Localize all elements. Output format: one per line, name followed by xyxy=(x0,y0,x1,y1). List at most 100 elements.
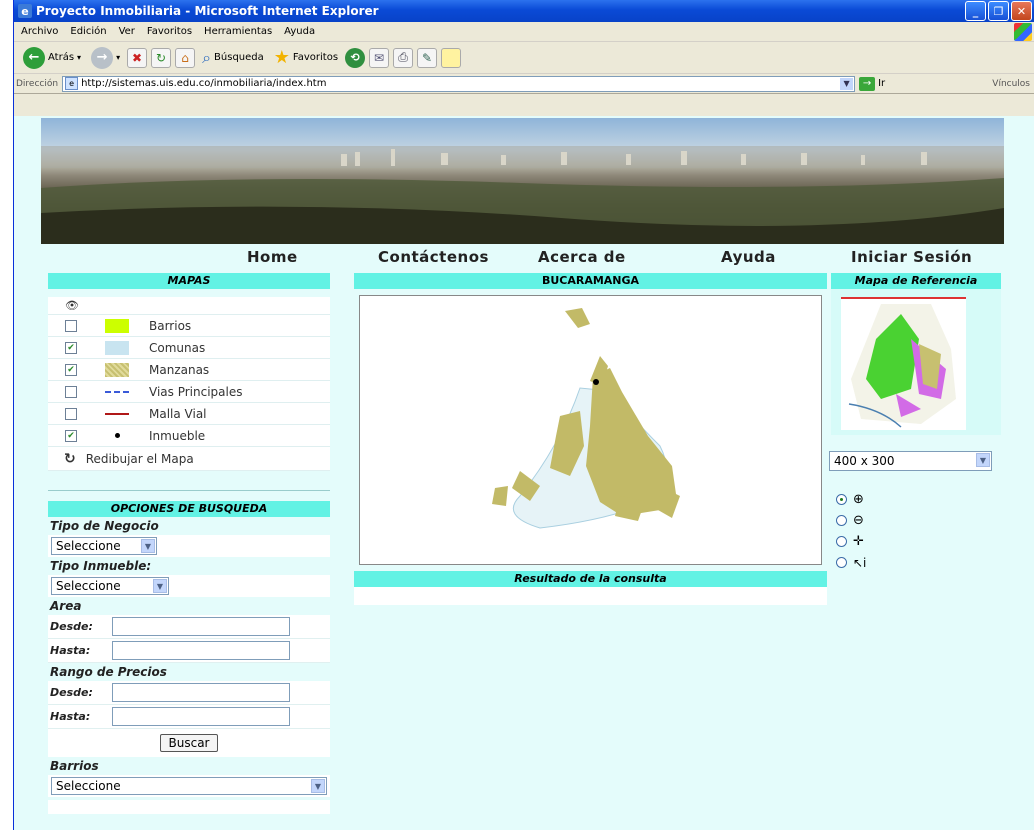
chevron-down-icon: ▼ xyxy=(311,779,325,793)
layer-vias-label: Vias Principales xyxy=(149,384,243,399)
address-bar: Dirección e http://sistemas.uis.edu.co/i… xyxy=(14,74,1034,94)
address-url: http://sistemas.uis.edu.co/inmobiliaria/… xyxy=(81,78,327,89)
stop-icon[interactable]: ✖ xyxy=(127,47,148,68)
close-button[interactable]: ✕ xyxy=(1011,1,1032,21)
ie-logo-icon: e xyxy=(18,4,32,18)
precio-desde-input[interactable] xyxy=(112,683,290,702)
area-desde-input[interactable] xyxy=(112,617,290,636)
layer-manzanas-label: Manzanas xyxy=(149,362,210,377)
tool-identify[interactable]: ↖i xyxy=(836,552,866,573)
layer-vias: Vias Principales xyxy=(48,381,330,403)
layer-comunas-label: Comunas xyxy=(149,340,206,355)
reference-map[interactable] xyxy=(841,297,966,430)
reference-map-image xyxy=(848,304,956,428)
home-icon[interactable]: ⌂ xyxy=(175,47,196,68)
redraw-label: Redibujar el Mapa xyxy=(85,451,194,466)
layer-manzanas-checkbox[interactable]: ✔ xyxy=(65,363,77,376)
layer-vias-checkbox[interactable] xyxy=(65,385,77,398)
forward-arrow-icon: → xyxy=(91,46,114,69)
area-desde-row: Desde: xyxy=(48,615,330,639)
note-icon[interactable] xyxy=(441,47,462,68)
layer-inmueble-checkbox[interactable]: ✔ xyxy=(65,429,77,442)
precio-desde-label: Desde: xyxy=(50,686,93,699)
area-hasta-input[interactable] xyxy=(112,641,290,660)
precio-hasta-input[interactable] xyxy=(112,707,290,726)
tool-pan[interactable]: ✛ xyxy=(836,531,866,552)
menu-favoritos[interactable]: Favoritos xyxy=(142,26,199,37)
tool-identify-radio[interactable] xyxy=(836,557,847,568)
layer-comunas: ✔ Comunas xyxy=(48,337,330,359)
results-area xyxy=(354,587,827,605)
layer-comunas-checkbox[interactable]: ✔ xyxy=(65,341,77,354)
windows-logo-icon xyxy=(1014,23,1032,41)
buscar-button[interactable]: Buscar xyxy=(159,734,219,752)
layer-inmueble: ✔ Inmueble xyxy=(48,425,330,447)
go-button[interactable]: → Ir xyxy=(859,76,885,91)
eye-icon: 👁 xyxy=(65,299,79,312)
map-panel: BUCARAMANGA Resultado de la consulta xyxy=(354,273,827,624)
print-icon[interactable]: ⎙ xyxy=(393,47,414,68)
layer-malla-checkbox[interactable] xyxy=(65,407,77,420)
forward-button[interactable]: → ▾ xyxy=(88,45,123,71)
nav-help[interactable]: Ayuda xyxy=(721,248,776,266)
tipo-negocio-select[interactable]: Seleccione ▼ xyxy=(51,537,157,555)
back-arrow-icon: ← xyxy=(23,46,45,69)
nav-home[interactable]: Home xyxy=(247,248,298,266)
refresh-icon[interactable]: ↻ xyxy=(151,47,172,68)
layer-barrios: Barrios xyxy=(48,315,330,337)
address-dropdown-icon[interactable]: ▼ xyxy=(840,77,854,90)
bucaramanga-map xyxy=(492,308,680,529)
back-button[interactable]: ← Atrás ▾ xyxy=(20,45,84,71)
go-arrow-icon: → xyxy=(859,76,876,91)
title-bar: e Proyecto Inmobiliaria - Microsoft Inte… xyxy=(14,0,1034,22)
reference-panel: Mapa de Referencia xyxy=(831,273,1001,435)
precio-desde-row: Desde: xyxy=(48,681,330,705)
menu-edicion[interactable]: Edición xyxy=(65,26,113,37)
nav-contact[interactable]: Contáctenos xyxy=(378,248,489,266)
barrios-select[interactable]: Seleccione ▼ xyxy=(51,777,327,795)
map-size-select[interactable]: 400 x 300 ▼ xyxy=(829,451,992,471)
browser-window: e Proyecto Inmobiliaria - Microsoft Inte… xyxy=(13,0,1034,830)
address-label: Dirección xyxy=(16,78,59,89)
maximize-button[interactable]: ❐ xyxy=(988,1,1009,21)
layer-barrios-swatch xyxy=(105,318,129,333)
layer-barrios-checkbox[interactable] xyxy=(65,319,77,332)
favorites-button[interactable]: ★ Favoritos xyxy=(271,45,341,70)
layer-vias-swatch xyxy=(105,390,129,393)
reference-title: Mapa de Referencia xyxy=(831,273,1001,289)
tool-zoom-out-radio[interactable] xyxy=(836,515,847,526)
tool-pan-radio[interactable] xyxy=(836,536,847,547)
star-icon: ★ xyxy=(273,47,290,68)
inmueble-marker[interactable] xyxy=(593,379,599,385)
identify-pointer-icon: ↖i xyxy=(853,555,867,570)
mail-icon[interactable]: ✉ xyxy=(369,47,390,68)
map-view[interactable] xyxy=(359,295,822,565)
menu-herramientas[interactable]: Herramientas xyxy=(199,26,279,37)
nav-about[interactable]: Acerca de xyxy=(538,248,626,266)
nav-login[interactable]: Iniciar Sesión xyxy=(851,248,972,266)
layer-malla-label: Malla Vial xyxy=(149,406,207,421)
redraw-map-button[interactable]: ↻ Redibujar el Mapa xyxy=(48,447,330,471)
divider xyxy=(48,490,330,491)
tipo-inmueble-label: Tipo Inmueble: xyxy=(50,559,152,573)
address-input[interactable]: e http://sistemas.uis.edu.co/inmobiliari… xyxy=(62,75,856,92)
area-hasta-row: Hasta: xyxy=(48,639,330,663)
history-icon[interactable]: ⟲ xyxy=(345,47,366,68)
tipo-inmueble-select[interactable]: Seleccione ▼ xyxy=(51,577,169,595)
precio-hasta-row: Hasta: xyxy=(48,705,330,729)
page-content: Home Contáctenos Acerca de Ayuda Iniciar… xyxy=(14,116,1034,830)
edit-icon[interactable]: ✎ xyxy=(417,47,438,68)
menu-ver[interactable]: Ver xyxy=(114,26,142,37)
minimize-button[interactable]: _ xyxy=(965,1,986,21)
city-panorama-banner xyxy=(41,118,1004,244)
search-button[interactable]: ⌕ Búsqueda xyxy=(199,46,267,70)
tool-zoom-in-radio[interactable] xyxy=(836,494,847,505)
tool-zoom-in[interactable]: ⊕ xyxy=(836,489,866,510)
layer-inmueble-label: Inmueble xyxy=(149,428,206,443)
redraw-icon: ↻ xyxy=(64,450,76,467)
links-label[interactable]: Vínculos xyxy=(992,79,1030,89)
tool-zoom-out[interactable]: ⊖ xyxy=(836,510,866,531)
menu-ayuda[interactable]: Ayuda xyxy=(279,26,322,37)
window-title: Proyecto Inmobiliaria - Microsoft Intern… xyxy=(36,4,379,18)
menu-archivo[interactable]: Archivo xyxy=(16,26,65,37)
